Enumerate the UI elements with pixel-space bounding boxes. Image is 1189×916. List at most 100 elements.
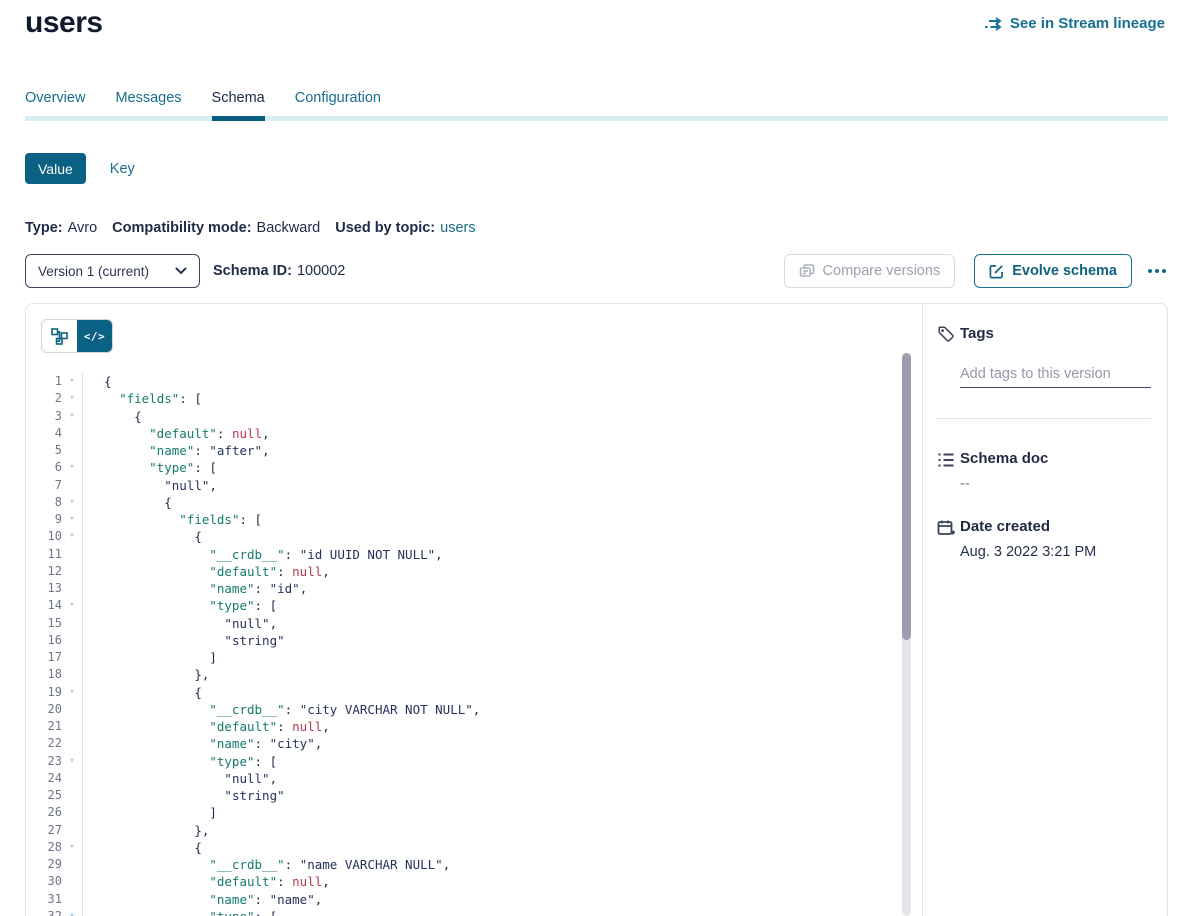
editor-view-toggle: </>: [41, 319, 113, 353]
code-line: 20 "__crdb__": "city VARCHAR NOT NULL",: [26, 701, 902, 718]
tab-bar: Overview Messages Schema Configuration: [25, 90, 381, 121]
code-text: "default": null,: [83, 718, 330, 735]
fold-arrow-icon[interactable]: ▾: [62, 373, 83, 390]
code-line: 4 "default": null,: [26, 425, 902, 442]
code-line: 7 "null",: [26, 477, 902, 494]
fold-arrow-icon[interactable]: ▾: [62, 408, 83, 425]
more-actions-button[interactable]: [1146, 263, 1168, 279]
version-select[interactable]: Version 1 (current): [25, 254, 200, 288]
compatibility-value: Backward: [257, 220, 321, 236]
line-number: 29: [26, 856, 62, 873]
code-line: 29 "__crdb__": "name VARCHAR NULL",: [26, 856, 902, 873]
code-line: 6▾ "type": [: [26, 459, 902, 476]
key-tab-link[interactable]: Key: [110, 161, 135, 177]
ellipsis-icon: [1148, 269, 1152, 273]
code-text: "string": [83, 632, 285, 649]
code-text: {: [83, 408, 142, 425]
line-number: 2: [26, 390, 62, 407]
fold-arrow-icon[interactable]: ▾: [62, 839, 83, 856]
fold-spacer: [62, 477, 83, 494]
fold-spacer: [62, 615, 83, 632]
line-number: 14: [26, 597, 62, 614]
fold-arrow-icon[interactable]: ▾: [62, 390, 83, 407]
code-line: 19▾ {: [26, 684, 902, 701]
line-number: 11: [26, 546, 62, 563]
sidebar-divider: [936, 418, 1151, 419]
tab-messages[interactable]: Messages: [115, 90, 181, 121]
code-text: "name": "id",: [83, 580, 307, 597]
fold-arrow-icon[interactable]: ▾: [62, 597, 83, 614]
code-line: 15 "null",: [26, 615, 902, 632]
schema-id-label: Schema ID:: [213, 263, 292, 279]
code-line: 27 },: [26, 822, 902, 839]
tab-configuration[interactable]: Configuration: [295, 90, 381, 121]
date-created-title: Date created: [960, 518, 1050, 535]
code-lines: 1▾{2▾ "fields": [3▾ {4 "default": null,5…: [26, 373, 902, 916]
code-line: 22 "name": "city",: [26, 735, 902, 752]
fold-arrow-icon[interactable]: ▾: [62, 459, 83, 476]
compare-versions-button[interactable]: Compare versions: [784, 254, 956, 288]
add-tags-input[interactable]: [960, 361, 1151, 388]
code-line: 31 "name": "name",: [26, 891, 902, 908]
line-number: 13: [26, 580, 62, 597]
page-title: users: [25, 6, 103, 40]
line-number: 16: [26, 632, 62, 649]
editor-scrollbar-thumb[interactable]: [902, 353, 911, 640]
code-line: 18 },: [26, 666, 902, 683]
tree-view-button[interactable]: [42, 320, 77, 352]
code-line: 16 "string": [26, 632, 902, 649]
tab-overview[interactable]: Overview: [25, 90, 85, 121]
code-line: 24 "null",: [26, 770, 902, 787]
code-text: "fields": [: [83, 390, 202, 407]
fold-arrow-icon[interactable]: ▾: [62, 528, 83, 545]
line-number: 25: [26, 787, 62, 804]
line-number: 17: [26, 649, 62, 666]
fold-arrow-icon[interactable]: ▾: [62, 908, 83, 916]
line-number: 4: [26, 425, 62, 442]
code-line: 25 "string": [26, 787, 902, 804]
code-line: 5 "name": "after",: [26, 442, 902, 459]
evolve-schema-button[interactable]: Evolve schema: [974, 254, 1132, 288]
tree-view-icon: [51, 328, 68, 345]
code-text: },: [83, 822, 209, 839]
editor-scrollbar-track[interactable]: [902, 353, 911, 916]
code-view-button[interactable]: </>: [77, 320, 112, 352]
fold-spacer: [62, 563, 83, 580]
fold-arrow-icon[interactable]: ▾: [62, 511, 83, 528]
ellipsis-icon: [1155, 269, 1159, 273]
tags-section-title: Tags: [960, 325, 994, 342]
fold-spacer: [62, 770, 83, 787]
value-tab-button[interactable]: Value: [25, 153, 86, 184]
fold-spacer: [62, 701, 83, 718]
code-text: "type": [: [83, 597, 277, 614]
type-value: Avro: [68, 220, 98, 236]
fold-arrow-icon[interactable]: ▾: [62, 684, 83, 701]
code-text: "type": [: [83, 908, 277, 916]
fold-spacer: [62, 649, 83, 666]
code-line: 11 "__crdb__": "id UUID NOT NULL",: [26, 546, 902, 563]
line-number: 6: [26, 459, 62, 476]
tab-schema[interactable]: Schema: [212, 90, 265, 121]
see-in-stream-lineage-link[interactable]: See in Stream lineage: [985, 15, 1165, 32]
line-number: 3: [26, 408, 62, 425]
tag-icon: [937, 325, 955, 343]
line-number: 18: [26, 666, 62, 683]
code-line: 17 ]: [26, 649, 902, 666]
ellipsis-icon: [1162, 269, 1166, 273]
code-line: 1▾{: [26, 373, 902, 390]
code-line: 26 ]: [26, 804, 902, 821]
fold-spacer: [62, 546, 83, 563]
line-number: 32: [26, 908, 62, 916]
topic-link[interactable]: users: [440, 220, 475, 236]
code-text: {: [83, 494, 172, 511]
code-text: ]: [83, 649, 217, 666]
code-line: 13 "name": "id",: [26, 580, 902, 597]
code-text: "type": [: [83, 753, 277, 770]
line-number: 7: [26, 477, 62, 494]
fold-spacer: [62, 787, 83, 804]
fold-arrow-icon[interactable]: ▾: [62, 494, 83, 511]
code-text: "type": [: [83, 459, 217, 476]
fold-spacer: [62, 856, 83, 873]
fold-arrow-icon[interactable]: ▾: [62, 753, 83, 770]
code-view-icon: </>: [84, 330, 105, 343]
